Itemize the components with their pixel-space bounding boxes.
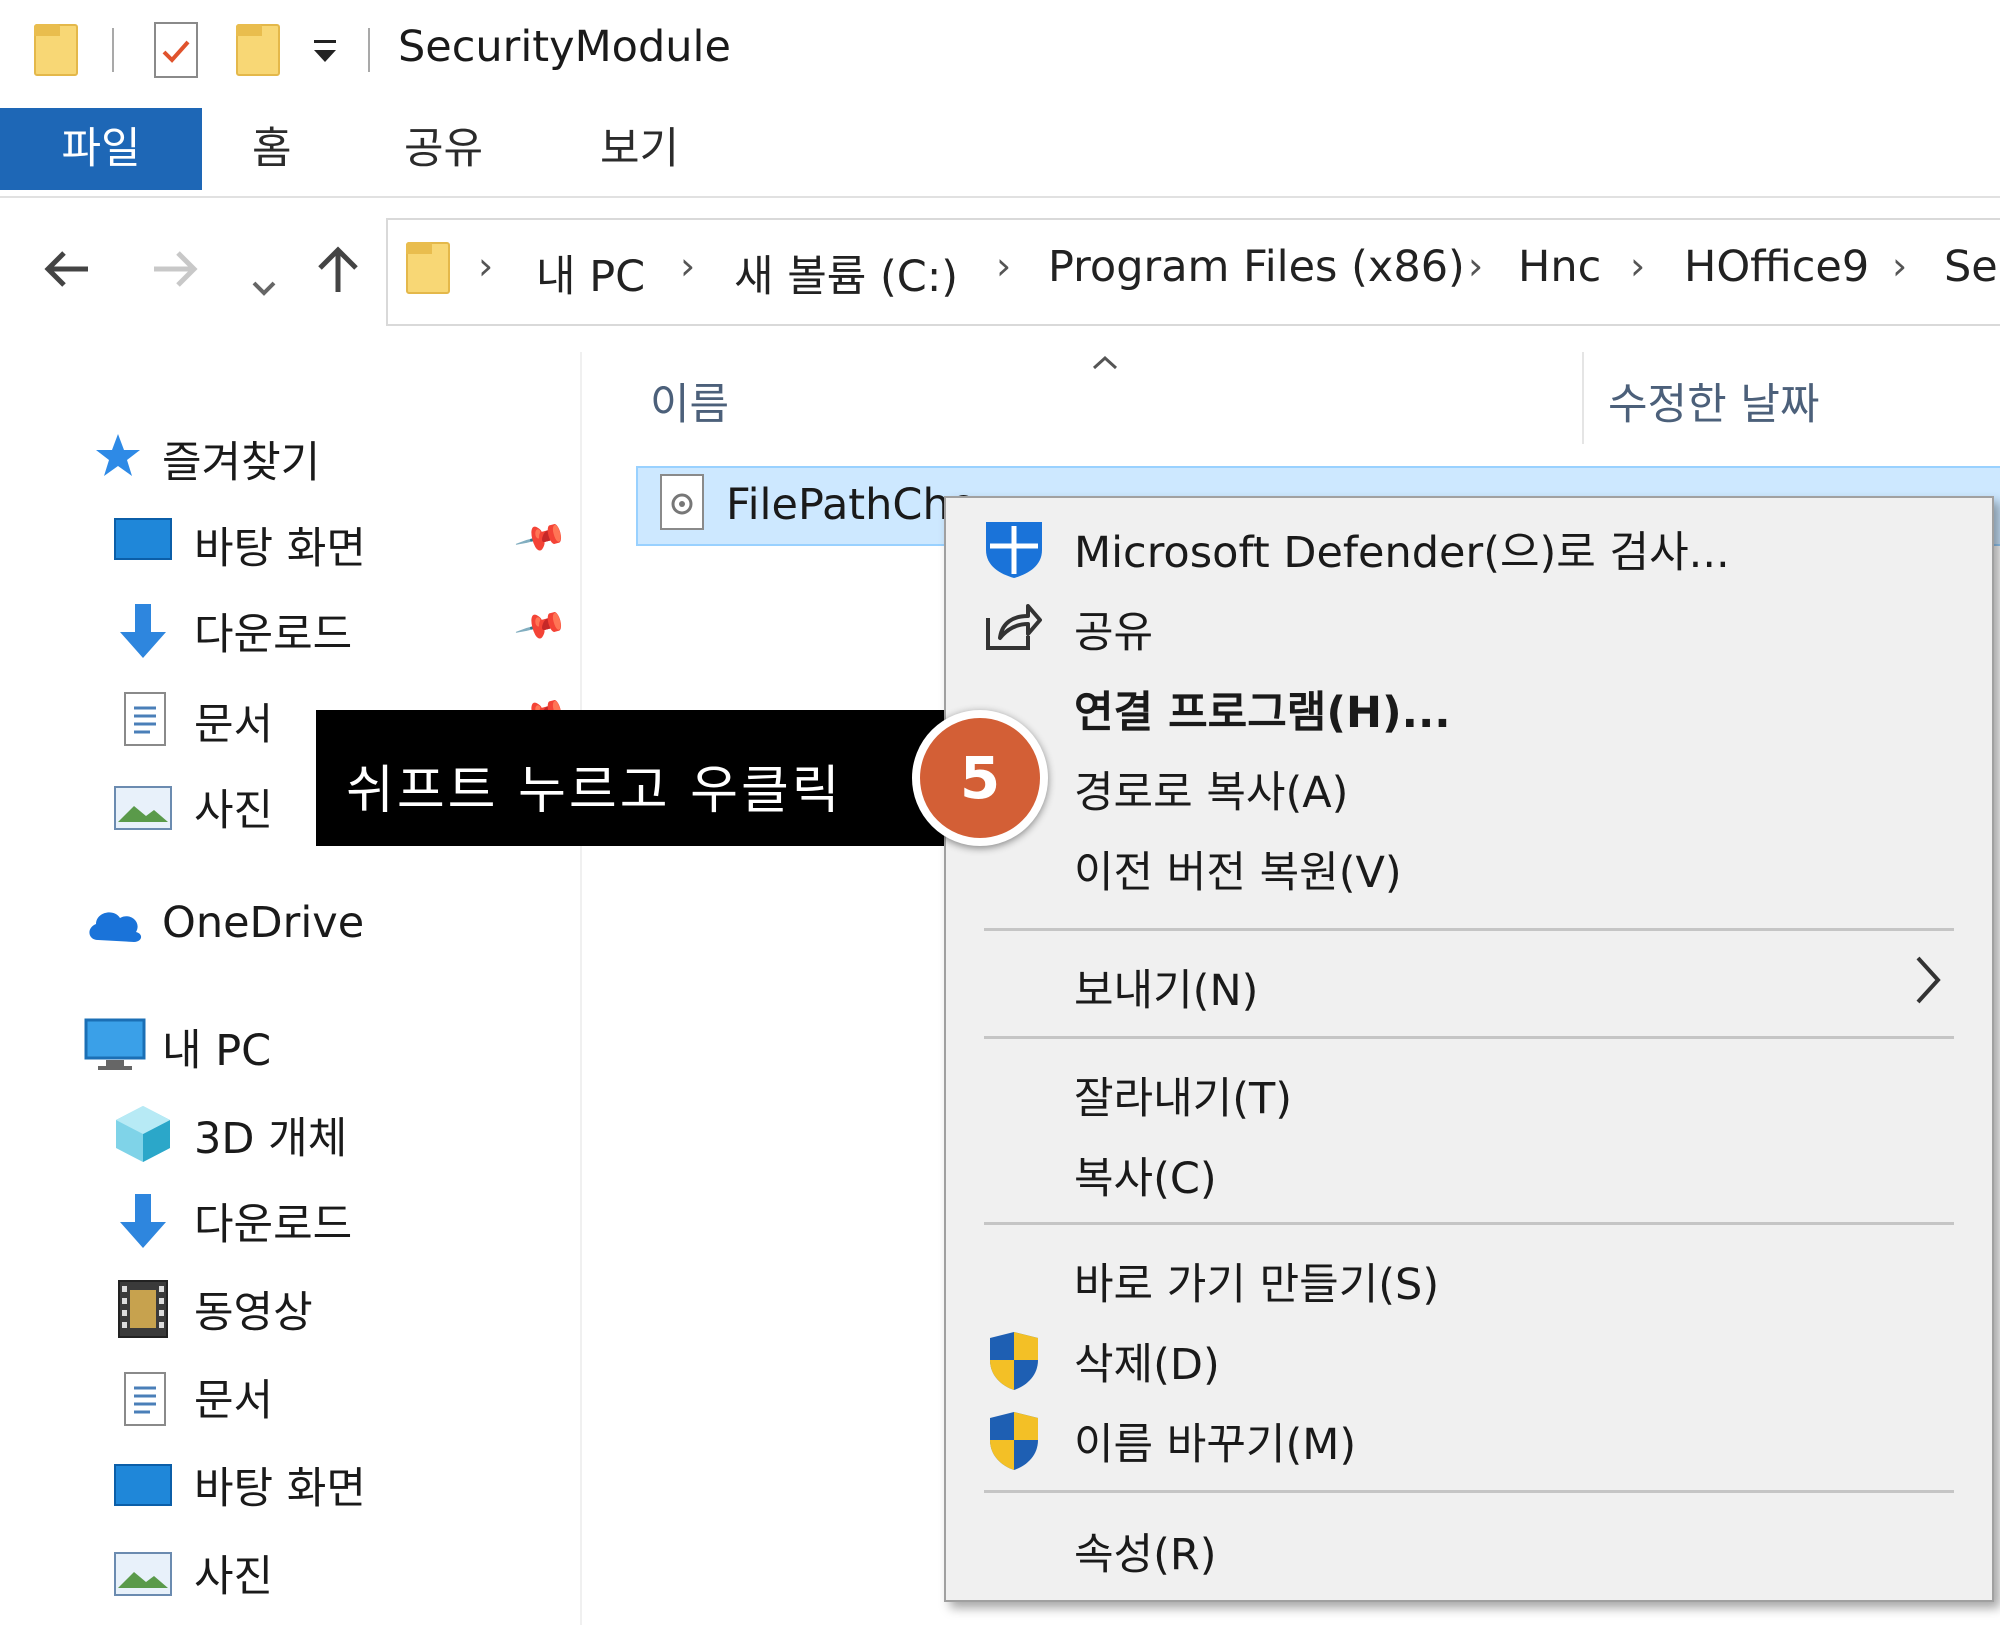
- sidebar-this-pc[interactable]: 내 PC: [162, 1016, 271, 1078]
- back-arrow-icon[interactable]: [42, 246, 92, 298]
- star-icon: [92, 430, 144, 486]
- sidebar-item-documents[interactable]: 문서: [194, 690, 273, 752]
- dll-file-icon: [660, 474, 704, 530]
- chevron-right-icon[interactable]: ›: [680, 244, 695, 288]
- column-divider[interactable]: [1582, 352, 1584, 444]
- menu-item-create-shortcut[interactable]: 바로 가기 만들기(S): [946, 1238, 1992, 1318]
- sort-ascending-icon: [1090, 354, 1120, 376]
- sidebar-onedrive[interactable]: OneDrive: [162, 898, 364, 948]
- menu-item-delete[interactable]: 삭제(D): [946, 1318, 1992, 1398]
- sidebar-item-3d-objects[interactable]: 3D 개체: [194, 1104, 347, 1166]
- sidebar-item-pictures-pc[interactable]: 사진: [194, 1542, 273, 1604]
- forward-arrow-icon[interactable]: [150, 246, 200, 298]
- sidebar-item-downloads[interactable]: 다운로드: [194, 600, 352, 662]
- annotation-text: 쉬프트 누르고 우클릭: [346, 761, 843, 821]
- document-icon: [124, 1372, 166, 1426]
- address-folder-icon: [406, 242, 450, 294]
- menu-separator: [984, 1222, 1954, 1225]
- download-arrow-icon: [114, 1190, 172, 1258]
- new-folder-icon[interactable]: [236, 24, 280, 76]
- breadcrumb-hoffice9[interactable]: HOffice9: [1684, 242, 1869, 292]
- menu-item-cut[interactable]: 잘라내기(T): [946, 1052, 1992, 1132]
- pictures-icon: [114, 1552, 172, 1596]
- menu-item-copy-as-path[interactable]: 경로로 복사(A): [946, 746, 1992, 826]
- desktop-icon: [114, 1464, 172, 1506]
- sidebar-divider[interactable]: [580, 352, 582, 1625]
- menu-separator: [984, 1036, 1954, 1039]
- column-header-date-modified[interactable]: 수정한 날짜: [1608, 370, 1819, 432]
- pin-icon[interactable]: 📌: [513, 510, 570, 566]
- computer-icon: [84, 1018, 146, 1076]
- menu-item-send-to[interactable]: 보내기(N): [946, 944, 1992, 1024]
- sidebar-item-documents-pc[interactable]: 문서: [194, 1366, 273, 1428]
- context-menu: Microsoft Defender(으)로 검사... 공유 연결 프로그램(…: [944, 496, 1994, 1602]
- menu-item-properties[interactable]: 속성(R): [946, 1508, 1992, 1588]
- sidebar-item-videos[interactable]: 동영상: [194, 1278, 313, 1340]
- sidebar-item-pictures[interactable]: 사진: [194, 776, 273, 838]
- menu-item-defender-scan[interactable]: Microsoft Defender(으)로 검사...: [946, 506, 1992, 586]
- onedrive-cloud-icon: [84, 904, 146, 948]
- menu-item-copy[interactable]: 복사(C): [946, 1132, 1992, 1212]
- breadcrumb-volume-c[interactable]: 새 볼륨 (C:): [734, 242, 958, 304]
- video-film-icon: [118, 1280, 168, 1338]
- download-arrow-icon: [114, 600, 172, 668]
- 3d-objects-icon: [112, 1102, 174, 1168]
- chevron-right-icon[interactable]: ›: [1630, 244, 1645, 288]
- document-icon: [124, 692, 166, 746]
- window-title: SecurityModule: [398, 22, 731, 72]
- uac-shield-icon: [982, 1408, 1046, 1472]
- chevron-right-icon[interactable]: ›: [1468, 244, 1483, 288]
- chevron-right-icon[interactable]: ›: [1892, 244, 1907, 288]
- sidebar-item-downloads-pc[interactable]: 다운로드: [194, 1190, 352, 1252]
- pictures-icon: [114, 786, 172, 830]
- tab-home[interactable]: 홈: [252, 108, 292, 190]
- menu-separator: [984, 1490, 1954, 1493]
- menu-item-rename[interactable]: 이름 바꾸기(M): [946, 1398, 1992, 1478]
- breadcrumb-securitymodule[interactable]: Sec: [1944, 242, 2000, 292]
- defender-shield-icon: [982, 516, 1046, 580]
- pin-icon[interactable]: 📌: [513, 598, 570, 654]
- chevron-right-icon[interactable]: ›: [478, 244, 493, 288]
- tab-file[interactable]: 파일: [0, 108, 202, 190]
- recent-locations-chevron-icon[interactable]: [250, 256, 278, 308]
- quick-access-folder-icon[interactable]: [34, 24, 78, 76]
- menu-item-open-with[interactable]: 연결 프로그램(H)...: [946, 666, 1992, 746]
- menu-separator: [984, 928, 1954, 931]
- menu-item-share[interactable]: 공유: [946, 586, 1992, 666]
- sidebar-item-desktop-pc[interactable]: 바탕 화면: [194, 1454, 366, 1516]
- chevron-right-icon[interactable]: ›: [996, 244, 1011, 288]
- title-separator: [368, 28, 370, 72]
- menu-item-restore-previous-versions[interactable]: 이전 버전 복원(V): [946, 826, 1992, 906]
- sidebar-favorites[interactable]: 즐겨찾기: [162, 428, 320, 490]
- share-icon: [982, 596, 1046, 660]
- desktop-icon: [114, 518, 172, 560]
- sidebar-item-desktop[interactable]: 바탕 화면: [194, 514, 366, 576]
- quick-access-separator: [112, 28, 114, 72]
- step-number-badge: 5: [912, 710, 1048, 846]
- customize-quick-access-icon[interactable]: [310, 34, 340, 79]
- breadcrumb-hnc[interactable]: Hnc: [1518, 242, 1601, 292]
- breadcrumb-this-pc[interactable]: 내 PC: [536, 242, 645, 304]
- tab-share[interactable]: 공유: [404, 108, 483, 190]
- column-header-name[interactable]: 이름: [650, 370, 729, 432]
- breadcrumb-program-files[interactable]: Program Files (x86): [1048, 242, 1465, 292]
- uac-shield-icon: [982, 1328, 1046, 1392]
- up-arrow-icon[interactable]: [316, 244, 360, 303]
- properties-checklist-icon[interactable]: [154, 22, 198, 78]
- file-name[interactable]: FilePathChe: [726, 480, 976, 530]
- ribbon-divider: [0, 196, 2000, 198]
- submenu-chevron-right-icon: [1908, 952, 1948, 1021]
- tab-view[interactable]: 보기: [600, 108, 679, 190]
